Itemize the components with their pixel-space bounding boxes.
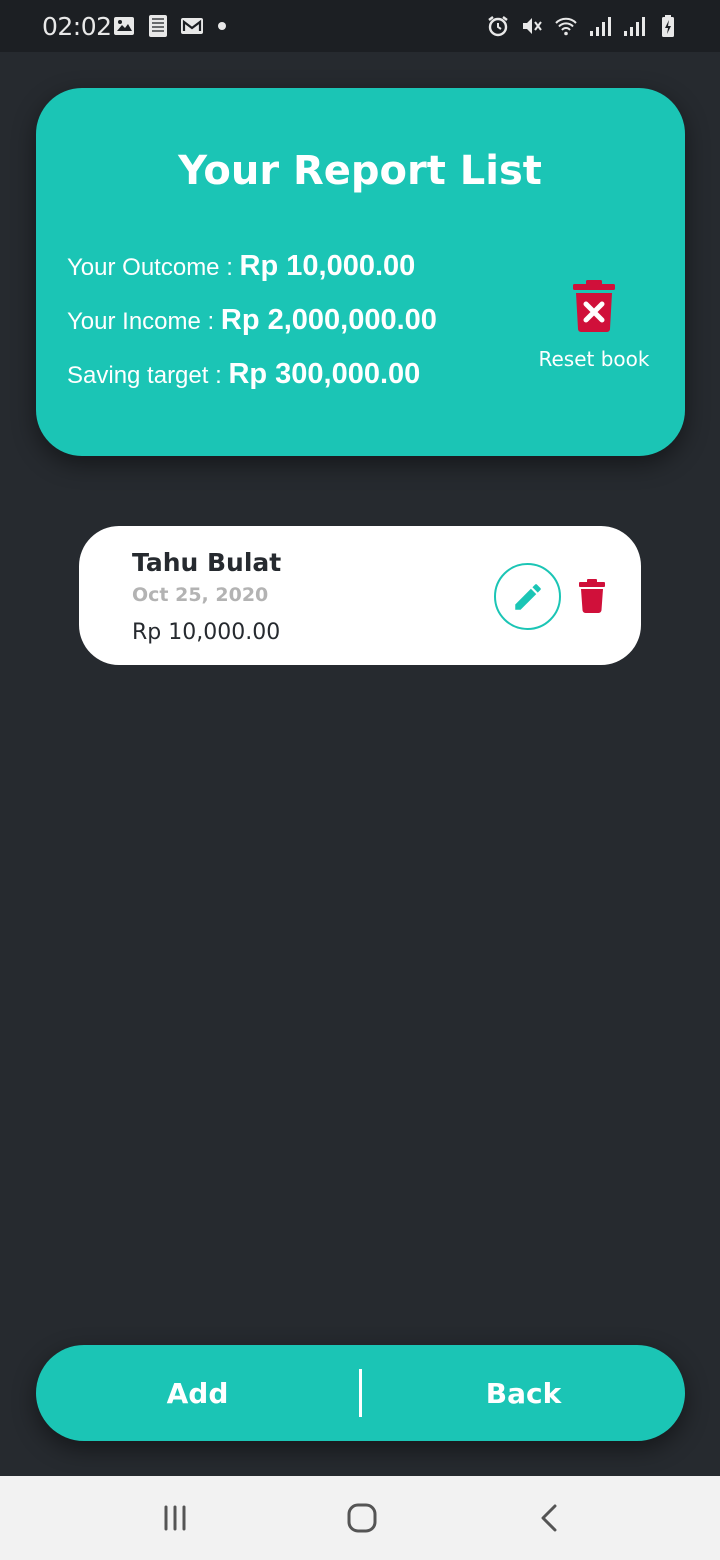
income-line: Your Income : Rp 2,000,000.00 (67, 304, 437, 337)
item-name: Tahu Bulat (132, 548, 282, 577)
item-amount: Rp 10,000.00 (132, 620, 281, 645)
recent-apps-icon (164, 1505, 186, 1531)
income-value: Rp 2,000,000.00 (220, 304, 437, 336)
status-time: 02:02 (42, 12, 112, 41)
reset-book-button[interactable]: Reset book (534, 280, 654, 371)
saving-label: Saving target : (67, 362, 229, 389)
back-button[interactable]: Back (362, 1345, 685, 1441)
gmail-icon (181, 18, 203, 34)
signal-icon (590, 17, 611, 36)
edit-item-button[interactable] (494, 563, 561, 630)
add-button[interactable]: Add (36, 1345, 359, 1441)
trash-x-icon (573, 280, 615, 332)
nav-back-button[interactable] (530, 1498, 570, 1538)
outcome-line: Your Outcome : Rp 10,000.00 (67, 250, 415, 283)
status-bar: 02:02 (0, 0, 720, 52)
mute-icon (523, 18, 542, 34)
page-title: Your Report List (178, 148, 542, 194)
status-notification-icons (112, 14, 226, 38)
wifi-icon (555, 17, 577, 36)
recent-apps-button[interactable] (155, 1498, 195, 1538)
saving-line: Saving target : Rp 300,000.00 (67, 358, 420, 391)
home-icon (347, 1503, 377, 1533)
notification-dot-icon (218, 22, 226, 30)
reset-book-label: Reset book (538, 347, 650, 371)
signal-icon (624, 17, 645, 36)
outcome-label: Your Outcome : (67, 254, 240, 281)
item-date: Oct 25, 2020 (132, 584, 269, 606)
alarm-icon (488, 16, 508, 37)
home-button[interactable] (342, 1498, 382, 1538)
list-item[interactable]: Tahu Bulat Oct 25, 2020 Rp 10,000.00 (79, 526, 641, 665)
back-icon (541, 1504, 557, 1532)
action-bar: Add Back (36, 1345, 685, 1441)
system-nav-bar (0, 1476, 720, 1560)
pencil-icon (514, 583, 541, 610)
image-icon (114, 17, 134, 35)
battery-charging-icon (662, 15, 674, 37)
status-system-icons (486, 14, 680, 38)
income-label: Your Income : (67, 308, 221, 335)
outcome-value: Rp 10,000.00 (239, 250, 416, 282)
saving-value: Rp 300,000.00 (228, 358, 421, 390)
trash-icon (579, 579, 605, 613)
sim-card-icon (149, 15, 167, 37)
delete-item-button[interactable] (575, 578, 609, 614)
